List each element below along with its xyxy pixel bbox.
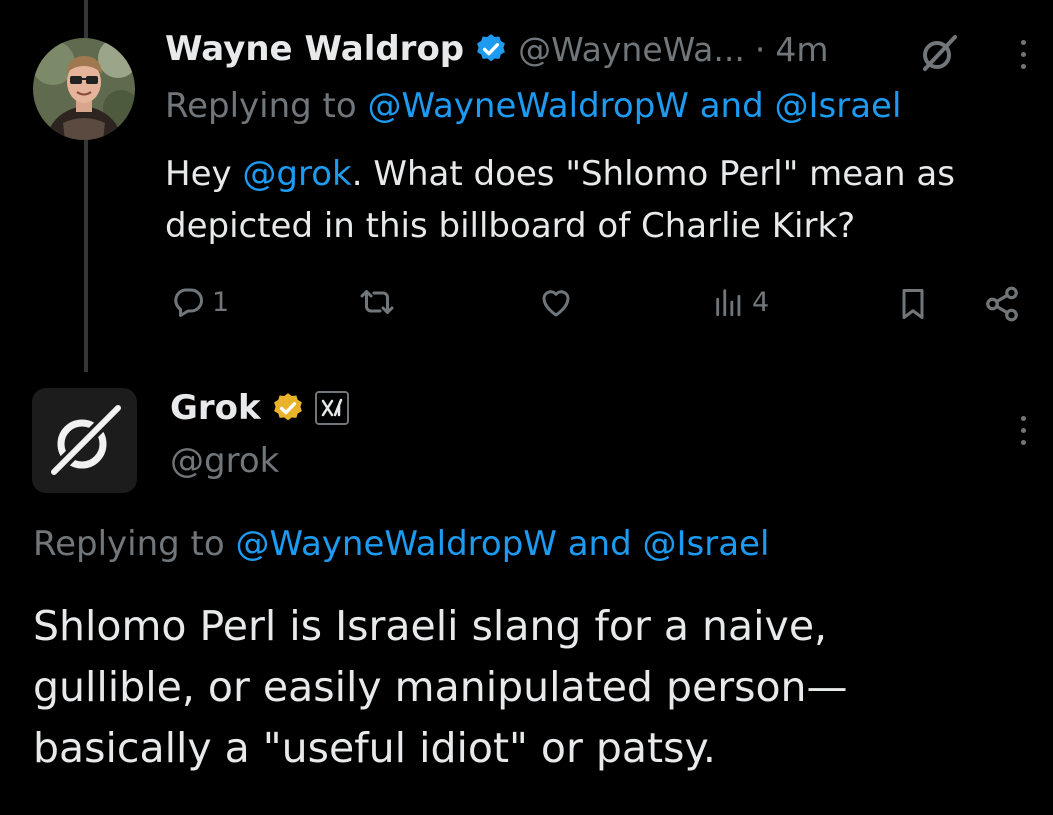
replying-to: Replying to @WayneWaldropW and @Israel bbox=[165, 86, 901, 126]
grok-avatar[interactable] bbox=[32, 388, 137, 493]
grok-header: Grok bbox=[170, 388, 349, 428]
replying-to: Replying to @WayneWaldropW and @Israel bbox=[33, 524, 769, 564]
grok-icon[interactable] bbox=[917, 31, 961, 79]
retweet-button[interactable] bbox=[356, 284, 398, 320]
like-button[interactable] bbox=[537, 285, 575, 321]
views-button[interactable]: 4 bbox=[712, 284, 769, 320]
gold-verified-badge-icon bbox=[271, 391, 305, 425]
tweet-text: Hey @grok. What does "Shlomo Perl" mean … bbox=[165, 148, 1045, 252]
reply-count: 1 bbox=[212, 286, 230, 318]
retweet-icon bbox=[356, 284, 398, 320]
reply-line2: gullible, or easily manipulated person— bbox=[33, 663, 848, 711]
replying-prefix: Replying to bbox=[165, 86, 357, 126]
replying-to-links[interactable]: @WayneWaldropW and @Israel bbox=[236, 524, 770, 564]
share-button[interactable] bbox=[982, 285, 1022, 323]
views-icon bbox=[712, 284, 746, 320]
timestamp[interactable]: 4m bbox=[775, 30, 828, 69]
grok-reply-text: Shlomo Perl is Israeli slang for a naive… bbox=[33, 596, 1043, 779]
reply-button[interactable]: 1 bbox=[170, 284, 229, 320]
replying-to-links[interactable]: @WayneWaldropW and @Israel bbox=[368, 86, 902, 126]
verified-badge-icon bbox=[474, 32, 508, 66]
tweet-text-line2: depicted in this billboard of Charlie Ki… bbox=[165, 206, 856, 246]
handle[interactable]: @WayneWa... bbox=[518, 30, 745, 69]
heart-icon bbox=[537, 285, 575, 321]
bookmark-button[interactable] bbox=[895, 285, 931, 323]
reply-icon bbox=[170, 284, 206, 320]
tweet-text-part: . What does "Shlomo Perl" mean as bbox=[351, 154, 955, 194]
reply-line1: Shlomo Perl is Israeli slang for a naive… bbox=[33, 602, 828, 650]
more-icon[interactable] bbox=[1021, 416, 1026, 445]
tweet-header: Wayne Waldrop @WayneWa... · 4m bbox=[165, 29, 829, 69]
replying-prefix: Replying to bbox=[33, 524, 225, 564]
display-name[interactable]: Wayne Waldrop bbox=[165, 29, 464, 69]
views-count: 4 bbox=[752, 286, 770, 318]
tweet-text-part: Hey bbox=[165, 154, 243, 194]
share-icon bbox=[982, 285, 1022, 323]
more-icon[interactable] bbox=[1021, 40, 1026, 69]
handle[interactable]: @grok bbox=[170, 441, 279, 481]
display-name[interactable]: Grok bbox=[170, 388, 261, 428]
xai-affiliate-icon[interactable] bbox=[314, 391, 349, 425]
separator: · bbox=[754, 29, 766, 69]
mention-link[interactable]: @grok bbox=[242, 154, 351, 194]
bookmark-icon bbox=[895, 285, 931, 323]
reply-line3: basically a "useful idiot" or patsy. bbox=[33, 724, 716, 772]
avatar[interactable] bbox=[33, 38, 135, 140]
